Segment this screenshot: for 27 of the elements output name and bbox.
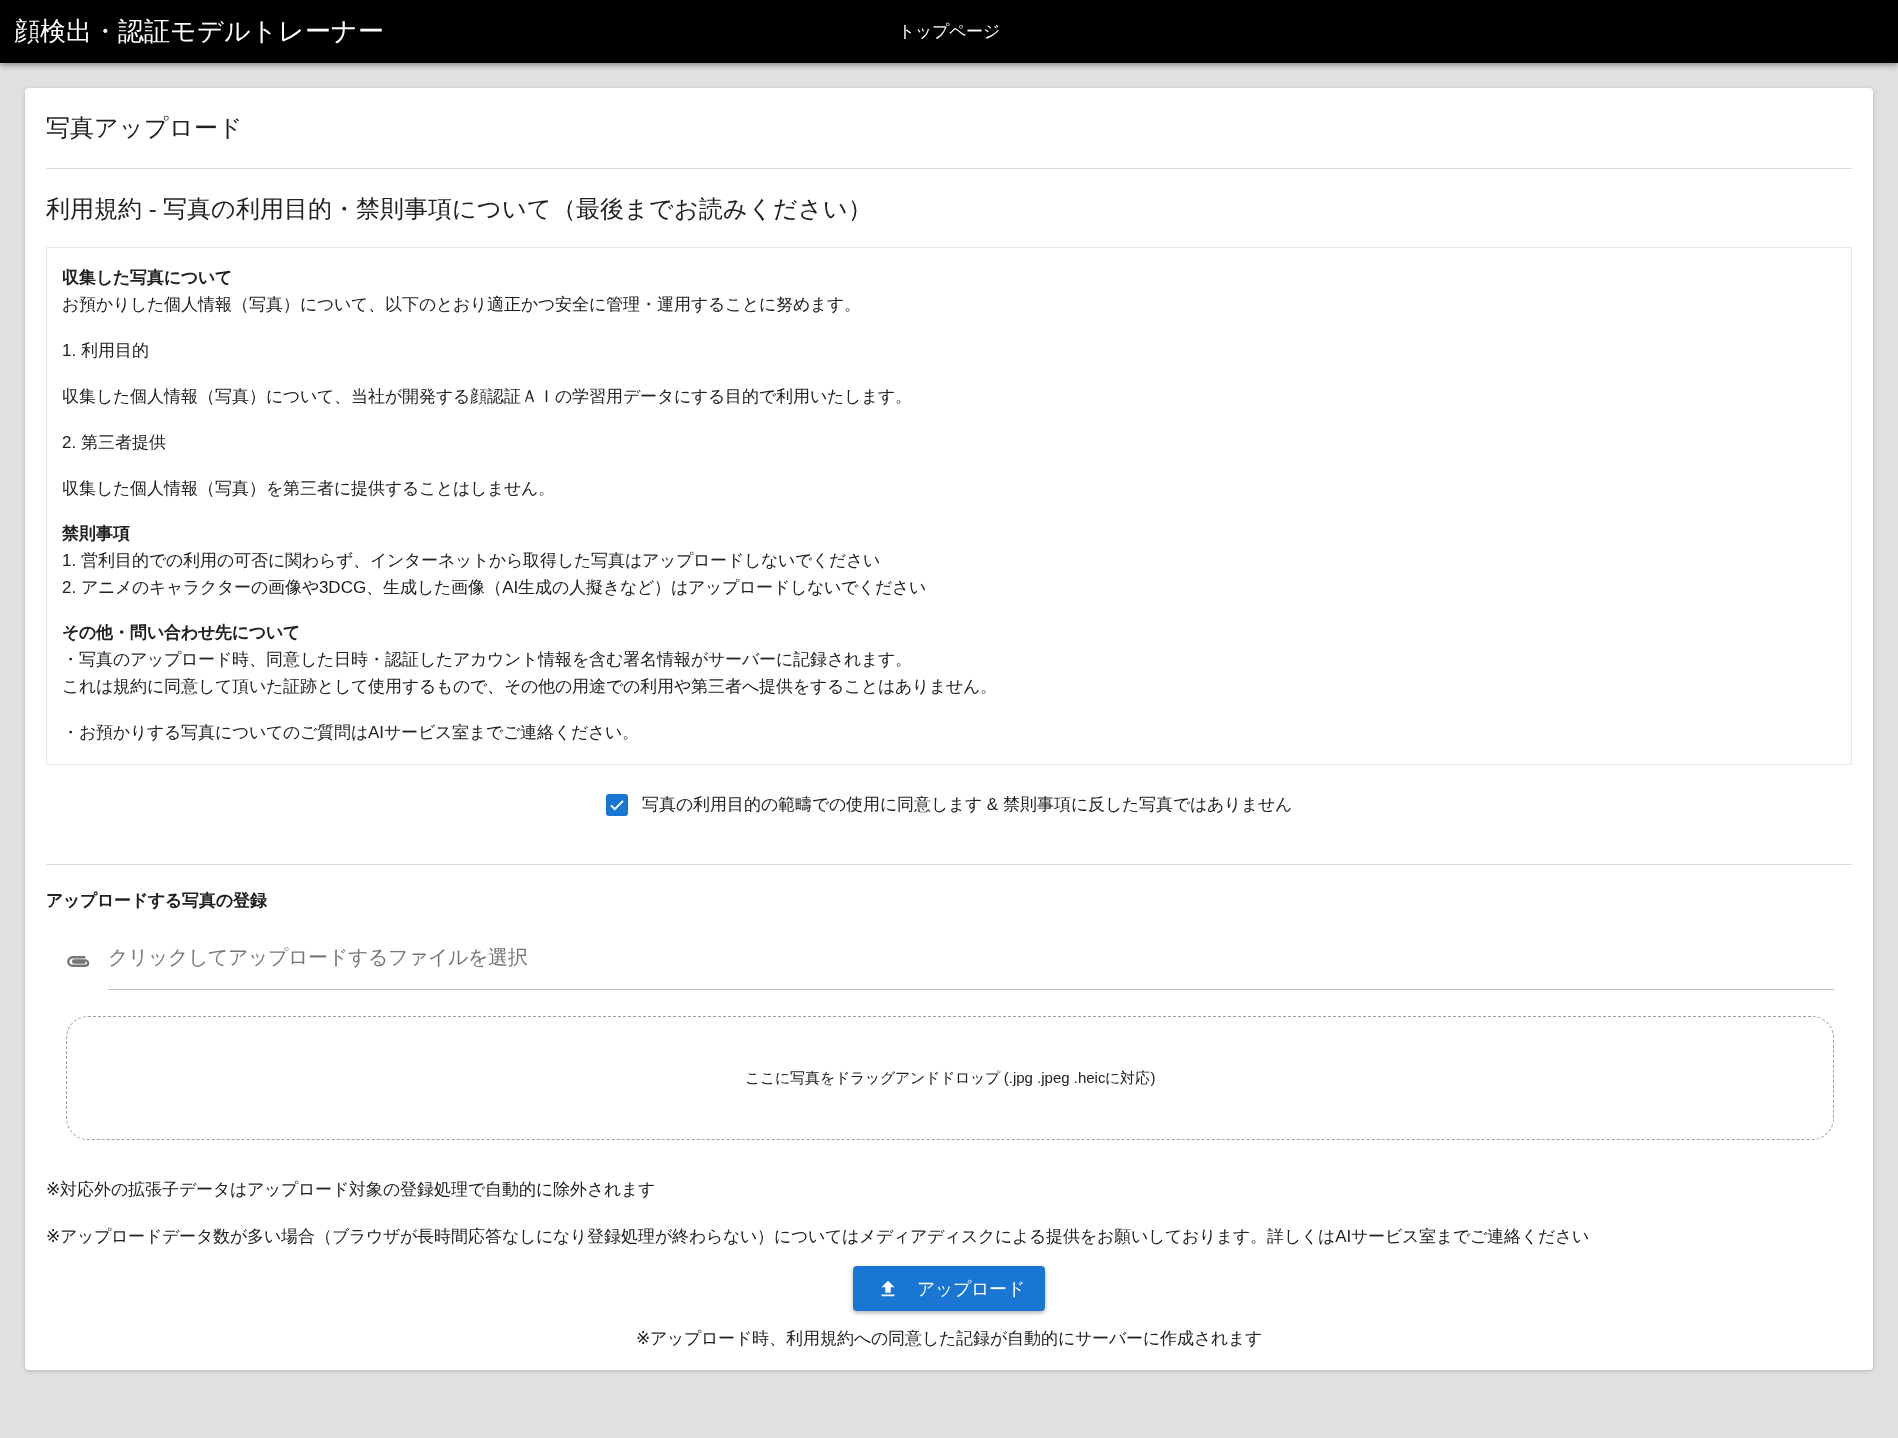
terms-text: 2. 第三者提供 <box>62 432 167 454</box>
section-heading: 収集した写真について <box>62 267 233 289</box>
note-text: ※アップロードデータ数が多い場合（ブラウザが長時間応答なしになり登録処理が終わらない）についてはメディアディスクによる提供をお願いしております。詳しくはAIサービス室までご連絡ください <box>46 1226 1591 1248</box>
card-title: 写真アップロード <box>46 113 244 143</box>
terms-title: 利用規約 - 写真の利用目的・禁則事項について（最後までお読みください） <box>46 194 874 224</box>
terms-text: ・写真のアップロード時、同意した日時・認証したアカウント情報を含む署名情報がサーバーに記録されます。 <box>62 649 913 671</box>
upload-button[interactable]: アップロード <box>853 1266 1045 1311</box>
top-page-link[interactable]: トップページ <box>898 20 1000 43</box>
terms-text: 1. 利用目的 <box>62 340 150 362</box>
terms-text: お預かりした個人情報（写真）について、以下のとおり適正かつ安全に管理・運用することに努めます。 <box>62 294 862 316</box>
drop-zone-text: ここに写真をドラッグアンドドロップ (.jpg .jpeg .heicに対応) <box>744 1068 1156 1088</box>
terms-text: 1. 営利目的での利用の可否に関わらず、インターネットから取得した写真はアップロードしないでください <box>62 550 881 572</box>
terms-text: 2. アニメのキャラクターの画像や3DCG、生成した画像（AI生成の人擬きなど）はアップロードしないでください <box>62 577 928 599</box>
note-text: ※対応外の拡張子データはアップロード対象の登録処理で自動的に除外されます <box>46 1179 657 1201</box>
footnote-text: ※アップロード時、利用規約への同意した記録が自動的にサーバーに作成されます <box>634 1328 1264 1350</box>
paperclip-icon <box>66 953 92 969</box>
app-title: 顔検出・認証モデルトレーナー <box>13 15 384 48</box>
terms-text: ・お預かりする写真についてのご質問はAIサービス室までご連絡ください。 <box>62 722 641 744</box>
agreement-label: 写真の利用目的の範疇での使用に同意します & 禁則事項に反した写真ではありません <box>642 794 1292 816</box>
agreement-checkbox[interactable] <box>606 793 629 816</box>
terms-text: これは規約に同意して頂いた証跡として使用するもので、その他の用途での利用や第三者へ提供をすることはありません。 <box>62 676 998 698</box>
section-heading: 禁則事項 <box>62 523 131 545</box>
drop-zone[interactable]: ここに写真をドラッグアンドドロップ (.jpg .jpeg .heicに対応) <box>66 1016 1834 1140</box>
section-heading: その他・問い合わせ先について <box>62 622 301 644</box>
terms-text: 収集した個人情報（写真）を第三者に提供することはしません。 <box>62 478 556 500</box>
upload-heading: アップロードする写真の登録 <box>46 890 268 912</box>
terms-text: 収集した個人情報（写真）について、当社が開発する顔認証ＡＩの学習用データにする目的で利用いたします。 <box>62 386 913 408</box>
